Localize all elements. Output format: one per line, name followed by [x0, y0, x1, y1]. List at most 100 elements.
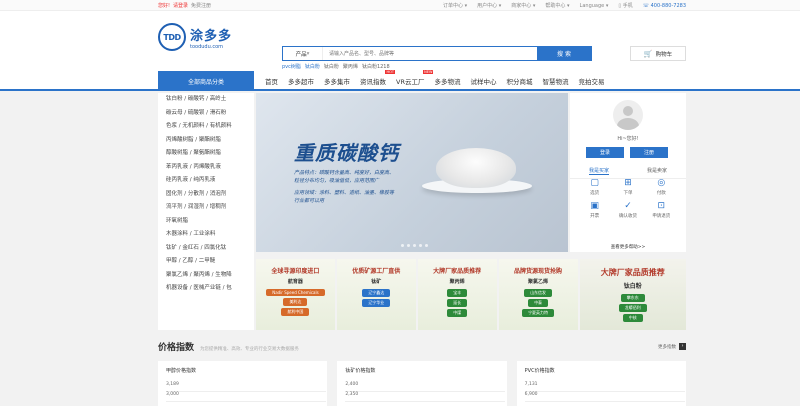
- brand-pill[interactable]: 山东信发: [524, 289, 553, 297]
- nav-item-points-mall[interactable]: 积分商城: [501, 76, 537, 86]
- sidebar-item[interactable]: 醇酸树脂 / 聚氨酯树脂: [158, 147, 254, 161]
- sidebar-item[interactable]: 甲醇 / 乙醇 / 二甲醚: [158, 255, 254, 269]
- step-return[interactable]: ⊡ 申请退货: [645, 200, 678, 219]
- sidebar-item[interactable]: 环氧树脂: [158, 215, 254, 229]
- brand-pill[interactable]: 中核: [622, 314, 643, 322]
- merchant-center-menu[interactable]: 商家中心: [511, 2, 535, 9]
- brand-pill[interactable]: Nadir Speed Chemicals: [266, 289, 325, 296]
- tab-buyer[interactable]: 我是买家: [588, 167, 609, 175]
- nav-item-smart-logistics[interactable]: 智慧物流: [537, 76, 573, 86]
- cart-button[interactable]: 🛒 购物车: [630, 46, 686, 61]
- nav-item-auction[interactable]: 竞拍交易: [573, 76, 609, 86]
- brand-pill[interactable]: 航利中国: [281, 308, 310, 316]
- brand-pill[interactable]: 中煤: [447, 309, 468, 317]
- brand-pill[interactable]: 辽宁华业: [362, 299, 391, 307]
- nav-item-index[interactable]: 资讯指数: [355, 70, 396, 86]
- index-panel[interactable]: 甲醇价格指数 3,189 3,000: [158, 361, 328, 406]
- nav-item-sample-center[interactable]: 试样中心: [465, 76, 501, 86]
- banner-title: 重质碳酸钙: [294, 141, 399, 165]
- chevron-right-icon[interactable]: ›: [679, 343, 686, 350]
- nav-item-home[interactable]: 首页: [260, 76, 283, 86]
- promo-card[interactable]: 优质矿源工厂直供 钛矿 辽宁鑫达 辽宁华业: [336, 259, 416, 330]
- hero-banner[interactable]: 重质碳酸钙 产品特点：碳酸钙含量高、纯度好，白度高、 粒径分布均匀，吸油值低，应…: [256, 93, 568, 252]
- axis-tick: 7,131: [524, 382, 685, 392]
- hot-keyword[interactable]: 钛白粉1218: [362, 63, 390, 70]
- banner-dot[interactable]: [413, 244, 416, 247]
- login-button[interactable]: 登录: [586, 147, 624, 158]
- promo-card[interactable]: 品牌货源现货抢购 聚氯乙烯 山东信发 中泰 宁夏英力特: [498, 259, 578, 330]
- brand-pill[interactable]: 宁夏英力特: [522, 309, 555, 317]
- tab-seller[interactable]: 我是卖家: [647, 167, 667, 175]
- sidebar-item[interactable]: 木器涂料 / 工业涂料: [158, 228, 254, 242]
- language-menu[interactable]: Language: [580, 3, 609, 9]
- sidebar-item[interactable]: 碳云母 / 硫酸钡 / 滑石粉: [158, 107, 254, 121]
- axis-tick: 3,189: [166, 382, 326, 392]
- brand-pill[interactable]: 辽宁鑫达: [362, 289, 391, 297]
- more-index-link[interactable]: 更多指数: [658, 344, 676, 350]
- nav-item-logistics[interactable]: 多多物流: [429, 76, 465, 86]
- search-button[interactable]: 搜 索: [537, 47, 591, 60]
- banner-dot[interactable]: [401, 244, 404, 247]
- search-category-select[interactable]: 产品: [283, 47, 323, 60]
- banner-dot[interactable]: [425, 244, 428, 247]
- hot-keyword[interactable]: pvc树脂: [282, 63, 301, 70]
- sidebar-item[interactable]: 丙烯酸树脂 / 聚酯树脂: [158, 134, 254, 148]
- step-order[interactable]: ⊞ 下单: [611, 177, 644, 196]
- index-panels: 甲醇价格指数 3,189 3,000 钛矿价格指数 2,400 2,350 PV…: [158, 361, 686, 406]
- nav-item-market[interactable]: 多多集市: [319, 76, 355, 86]
- banner-dot[interactable]: [407, 244, 410, 247]
- nav-item-supermarket[interactable]: 多多超市: [283, 76, 319, 86]
- sidebar-item[interactable]: 钛矿 / 金红石 / 四氯化钛: [158, 242, 254, 256]
- check-icon: ✓: [624, 201, 632, 211]
- register-button[interactable]: 注册: [630, 147, 668, 158]
- user-center-menu[interactable]: 用户中心: [477, 2, 501, 9]
- axis-tick: 2,350: [345, 392, 506, 402]
- brand-pill[interactable]: 美利达: [283, 298, 308, 306]
- hot-keyword[interactable]: 聚丙烯: [343, 63, 358, 70]
- site-logo[interactable]: TDD 涂多多 toodudu.com: [158, 23, 232, 51]
- mobile-link[interactable]: ▯ 手机: [618, 2, 632, 9]
- sidebar-item[interactable]: 固化剂 / 分散剂 / 消泡剂: [158, 188, 254, 202]
- promo-card[interactable]: 全球寻源印度进口 航育器 Nadir Speed Chemicals 美利达 航…: [256, 259, 335, 330]
- clipboard-icon: ▢: [590, 178, 599, 188]
- index-panel[interactable]: PVC价格指数 7,131 6,900: [516, 361, 686, 406]
- wallet-icon: ◎: [657, 178, 666, 188]
- index-panel[interactable]: 钛矿价格指数 2,400 2,350: [337, 361, 507, 406]
- all-categories-button[interactable]: 全部商品分类: [158, 71, 254, 91]
- nav-item-vr-factory[interactable]: VR云工厂: [391, 70, 434, 86]
- brand-pill[interactable]: 延长: [447, 299, 468, 307]
- sidebar-item[interactable]: [158, 296, 254, 310]
- brand-pill[interactable]: 攀东东: [620, 294, 645, 302]
- sidebar-item[interactable]: 机器设备 / 医械产业链 / 包: [158, 282, 254, 296]
- user-greeting: Hi~您好!: [617, 136, 639, 142]
- sidebar-item[interactable]: 流平剂 / 润湿剂 / 增稠剂: [158, 201, 254, 215]
- sidebar-item[interactable]: 苯丙乳液 / 丙烯酸乳液: [158, 161, 254, 175]
- cart-label: 购物车: [655, 51, 673, 58]
- step-invoice[interactable]: ▣ 开票: [578, 200, 611, 219]
- step-pay[interactable]: ◎ 付款: [645, 177, 678, 196]
- sidebar-item[interactable]: 硅丙乳液 / 纯丙乳液: [158, 174, 254, 188]
- login-link[interactable]: 请登录: [173, 2, 188, 9]
- hot-keyword[interactable]: 钛白粉: [324, 63, 339, 70]
- sidebar-item[interactable]: 钛白粉 / 碳酸钙 / 高岭土: [158, 93, 254, 107]
- axis-tick: 6,900: [524, 392, 685, 402]
- promo-card-featured[interactable]: 大牌厂家品质推荐 钛白粉 攀东东 龙蟒佰利 中核: [579, 259, 686, 330]
- step-select[interactable]: ▢ 选货: [578, 177, 611, 196]
- help-center-menu[interactable]: 帮助中心: [545, 2, 569, 9]
- sidebar-item[interactable]: 聚氯乙烯 / 聚丙烯 / 生物降: [158, 269, 254, 283]
- promo-card[interactable]: 大牌厂家品质推荐 聚丙烯 宝丰 延长 中煤: [417, 259, 497, 330]
- banner-line: 行业都可以用: [294, 198, 325, 204]
- search-input[interactable]: [323, 47, 537, 60]
- order-center-menu[interactable]: 订单中心: [443, 2, 467, 9]
- price-index-header: 价格指数 为您提供精准、高效、专业的行业交易大数据服务 更多指数 ›: [158, 340, 686, 353]
- banner-line: 应用领域：涂料、塑料、造纸、油墨、橡胶等: [294, 190, 395, 196]
- sidebar-item[interactable]: 色浆 / 无机颜料 / 有机颜料: [158, 120, 254, 134]
- step-confirm[interactable]: ✓ 确认收货: [611, 200, 644, 219]
- brand-pill[interactable]: 中泰: [528, 299, 549, 307]
- more-help-link[interactable]: 查看更多帮助>>: [570, 244, 686, 250]
- register-link[interactable]: 免费注册: [191, 2, 211, 9]
- hot-keyword[interactable]: 钛白粉: [305, 63, 320, 70]
- brand-pill[interactable]: 宝丰: [447, 289, 468, 297]
- brand-pill[interactable]: 龙蟒佰利: [618, 304, 647, 312]
- banner-dot[interactable]: [419, 244, 422, 247]
